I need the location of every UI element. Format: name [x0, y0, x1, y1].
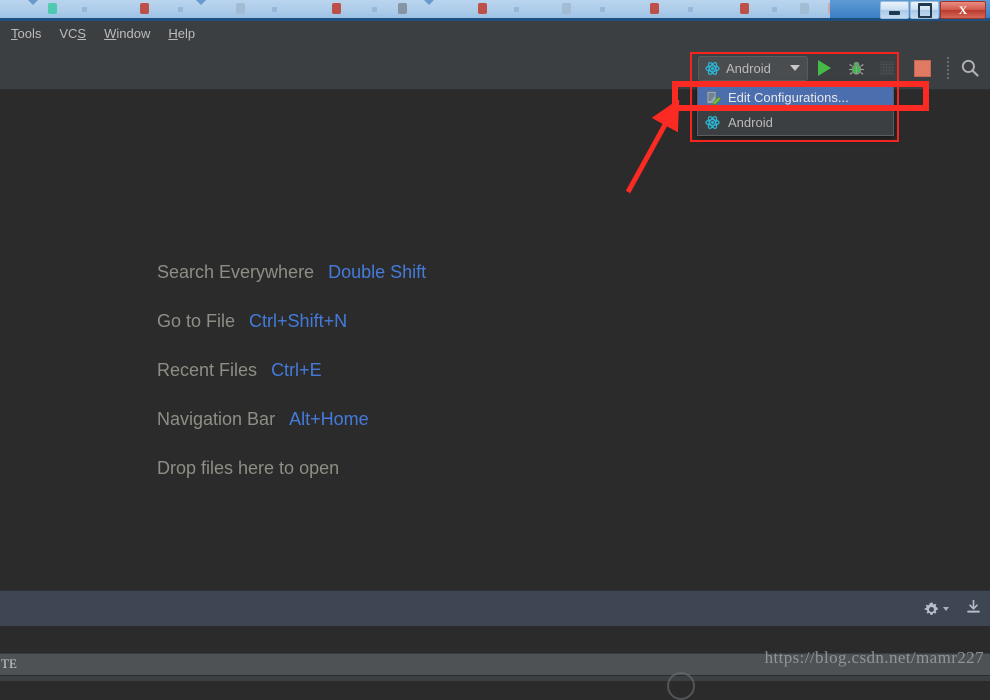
chevron-down-icon [790, 65, 800, 71]
menu-item-tools[interactable]: Tools [2, 24, 50, 43]
dropdown-item-label: Edit Configurations... [728, 90, 849, 105]
minimize-icon [889, 10, 900, 15]
bottom-panel-icons [923, 591, 982, 627]
bottom-tool-panel [0, 590, 990, 626]
hint-shortcut: Double Shift [328, 262, 427, 282]
dropdown-item-android[interactable]: Android [698, 110, 893, 135]
run-configuration-dropdown: Edit Configurations... Android [697, 84, 894, 136]
menu-item-label: elp [177, 26, 196, 41]
maximize-icon [917, 2, 932, 18]
close-icon: X [958, 3, 968, 17]
menu-item-vcs[interactable]: VCS [50, 24, 95, 43]
hint-label: Go to File [157, 311, 236, 331]
bug-icon[interactable] [848, 60, 865, 77]
hint-search-everywhere: Search Everywhere Double Shift [157, 262, 426, 283]
hint-shortcut: Ctrl+E [271, 360, 322, 380]
editor-hints: Search Everywhere Double Shift Go to Fil… [157, 262, 426, 507]
window-controls: X [880, 1, 986, 19]
panel-gap [0, 626, 990, 653]
menu-item-help[interactable]: Help [159, 24, 204, 43]
download-button[interactable] [965, 598, 982, 620]
run-configuration-selector[interactable]: Android [698, 55, 808, 81]
stop-icon[interactable] [914, 59, 931, 77]
coverage-icon [879, 60, 896, 77]
menu-mnemonic: H [168, 26, 178, 41]
dropdown-item-edit-configurations[interactable]: Edit Configurations... [698, 85, 893, 110]
hint-navigation-bar: Navigation Bar Alt+Home [157, 409, 426, 430]
watermark-circle [667, 672, 695, 700]
hint-drop-files: Drop files here to open [157, 458, 426, 479]
dropdown-item-label: Android [728, 115, 773, 130]
cutoff-top-strip [0, 0, 990, 18]
hint-label: Drop files here to open [157, 458, 340, 478]
hint-go-to-file: Go to File Ctrl+Shift+N [157, 311, 426, 332]
menu-item-label: VC [59, 26, 78, 41]
android-config-icon [705, 115, 721, 131]
maximize-button[interactable] [910, 1, 939, 19]
menu-bar: Tools VCS Window Help [0, 21, 990, 46]
hint-label: Recent Files [157, 360, 258, 380]
status-bar: TE [0, 653, 990, 675]
settings-gear-icon [924, 601, 938, 615]
status-bar-text: TE [1, 656, 17, 671]
status-bar-bottom-edge [0, 675, 990, 681]
hint-label: Navigation Bar [157, 409, 276, 429]
play-icon[interactable] [818, 60, 831, 76]
edit-configurations-icon [705, 90, 722, 106]
close-button[interactable]: X [940, 1, 986, 19]
settings-gear-button[interactable] [923, 601, 949, 618]
menu-item-window[interactable]: Window [95, 24, 159, 43]
toolbar-separator [947, 57, 950, 79]
hint-shortcut: Ctrl+Shift+N [249, 311, 348, 331]
cutoff-tab-icons [0, 0, 880, 18]
android-config-icon [705, 61, 720, 76]
hint-recent-files: Recent Files Ctrl+E [157, 360, 426, 381]
menu-mnemonic: W [104, 26, 117, 41]
hint-label: Search Everywhere [157, 262, 315, 282]
search-icon[interactable] [960, 58, 980, 78]
minimize-button[interactable] [880, 1, 909, 19]
editor-empty-area: Search Everywhere Double Shift Go to Fil… [0, 90, 990, 586]
chevron-down-icon [943, 607, 949, 611]
menu-item-label: indow [116, 26, 151, 41]
menu-mnemonic: S [77, 26, 87, 41]
menu-item-label: ools [17, 26, 42, 41]
hint-shortcut: Alt+Home [289, 409, 369, 429]
run-configuration-label: Android [726, 60, 771, 76]
download-icon [967, 600, 980, 613]
